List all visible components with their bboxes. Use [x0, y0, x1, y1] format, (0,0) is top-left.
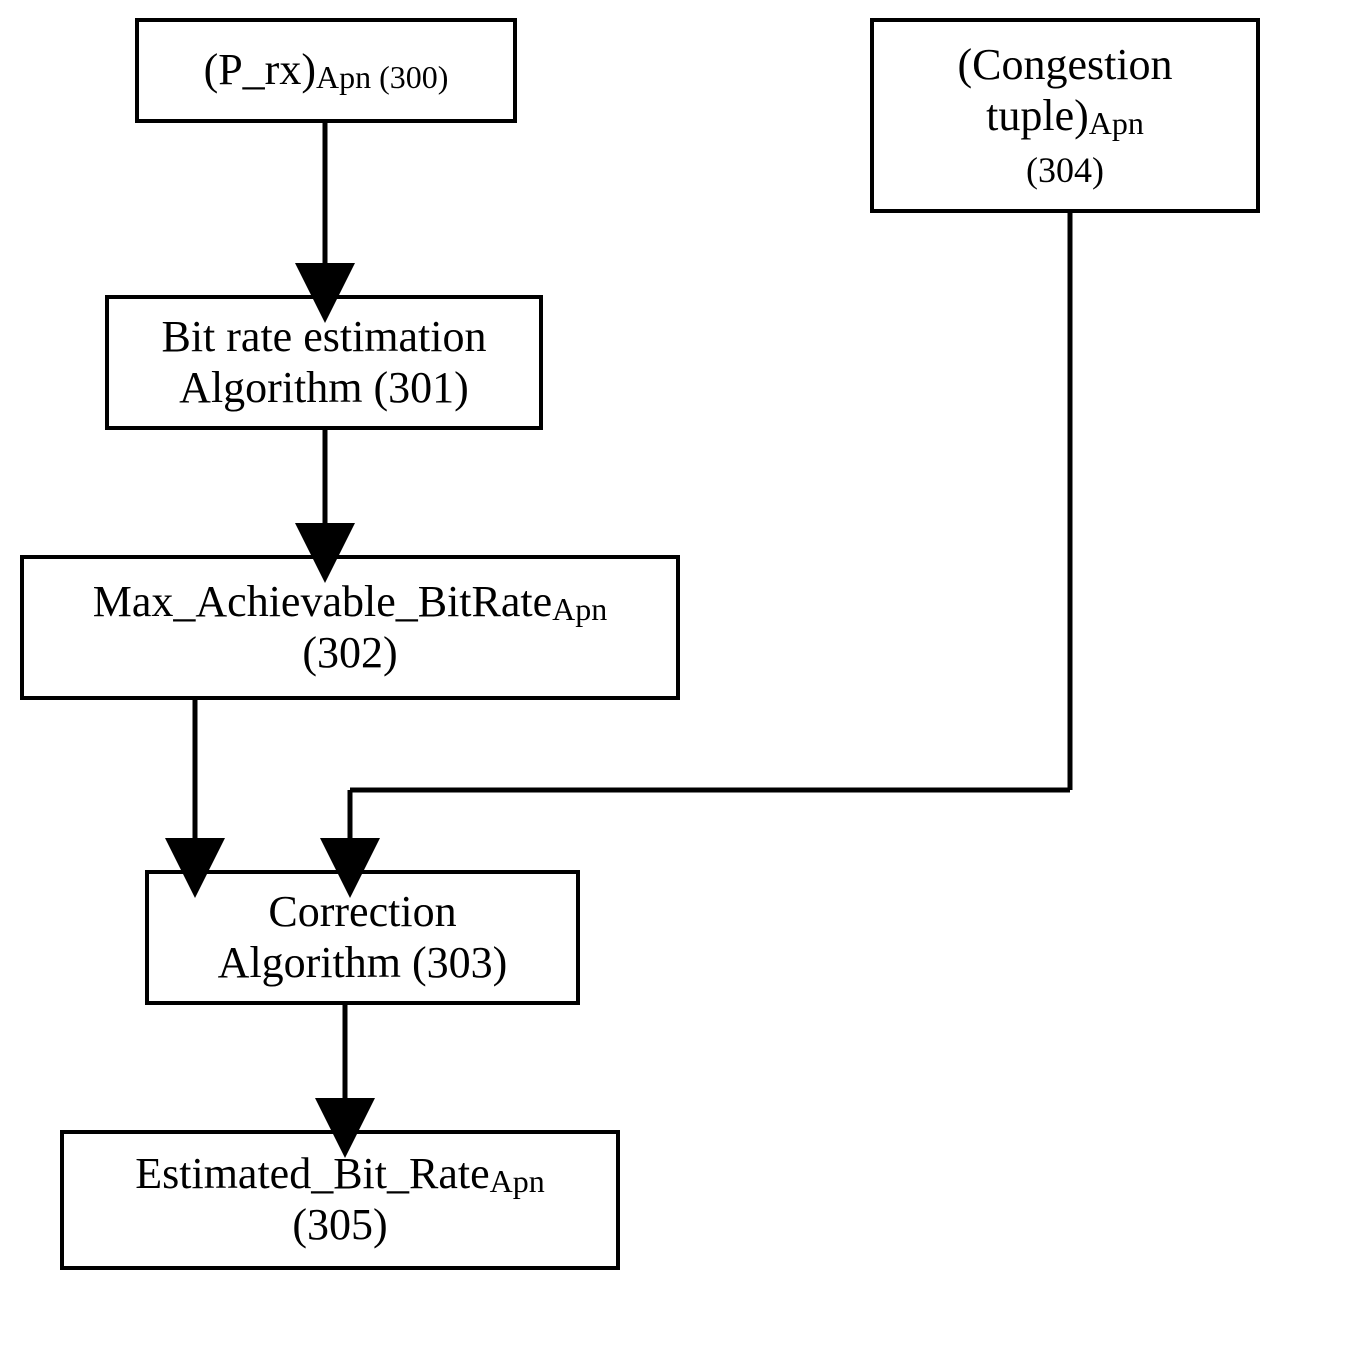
flow-arrows	[0, 0, 1358, 1352]
